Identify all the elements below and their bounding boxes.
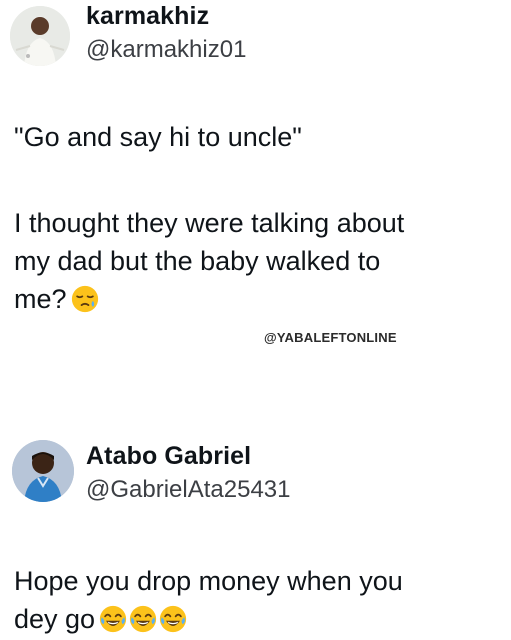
tweet-quote-line: "Go and say hi to uncle" xyxy=(14,118,504,156)
user-handle[interactable]: @GabrielAta25431 xyxy=(86,476,291,504)
quote-text: "Go and say hi to uncle" xyxy=(14,122,302,152)
display-name[interactable]: karmakhiz xyxy=(86,2,209,31)
avatar[interactable] xyxy=(12,440,74,502)
tweet-text-line-with-emoji: me? xyxy=(14,280,504,318)
tweet-text-line: Hope you drop money when you xyxy=(14,566,403,596)
profile-photo-avatar-icon xyxy=(10,6,70,66)
tweet-body: Hope you drop money when you dey go xyxy=(14,562,504,638)
display-name[interactable]: Atabo Gabriel xyxy=(86,442,251,471)
watermark-text: @YABALEFTONLINE xyxy=(264,330,397,345)
tears-of-joy-emoji-icon xyxy=(129,605,157,633)
profile-photo-avatar-icon xyxy=(12,440,74,502)
tweet-post-karmakhiz: karmakhiz @karmakhiz01 "Go and say hi to… xyxy=(0,0,511,400)
tears-of-joy-emoji-icon xyxy=(159,605,187,633)
sleepy-face-emoji-icon xyxy=(71,285,98,313)
tweet-text-segment: dey go xyxy=(14,604,96,634)
tears-of-joy-emoji-icon xyxy=(99,605,127,633)
tweet-body: I thought they were talking about my dad… xyxy=(14,204,504,318)
tweet-text-segment: me? xyxy=(14,284,67,314)
avatar[interactable] xyxy=(10,6,70,66)
tweet-post-atabo-gabriel: Atabo Gabriel @GabrielAta25431 Hope you … xyxy=(0,430,511,640)
tweet-text-line-with-emoji: dey go xyxy=(14,600,504,638)
tweet-text-line: I thought they were talking about xyxy=(14,208,405,238)
user-handle[interactable]: @karmakhiz01 xyxy=(86,36,246,64)
tweet-text-line: my dad but the baby walked to xyxy=(14,246,381,276)
